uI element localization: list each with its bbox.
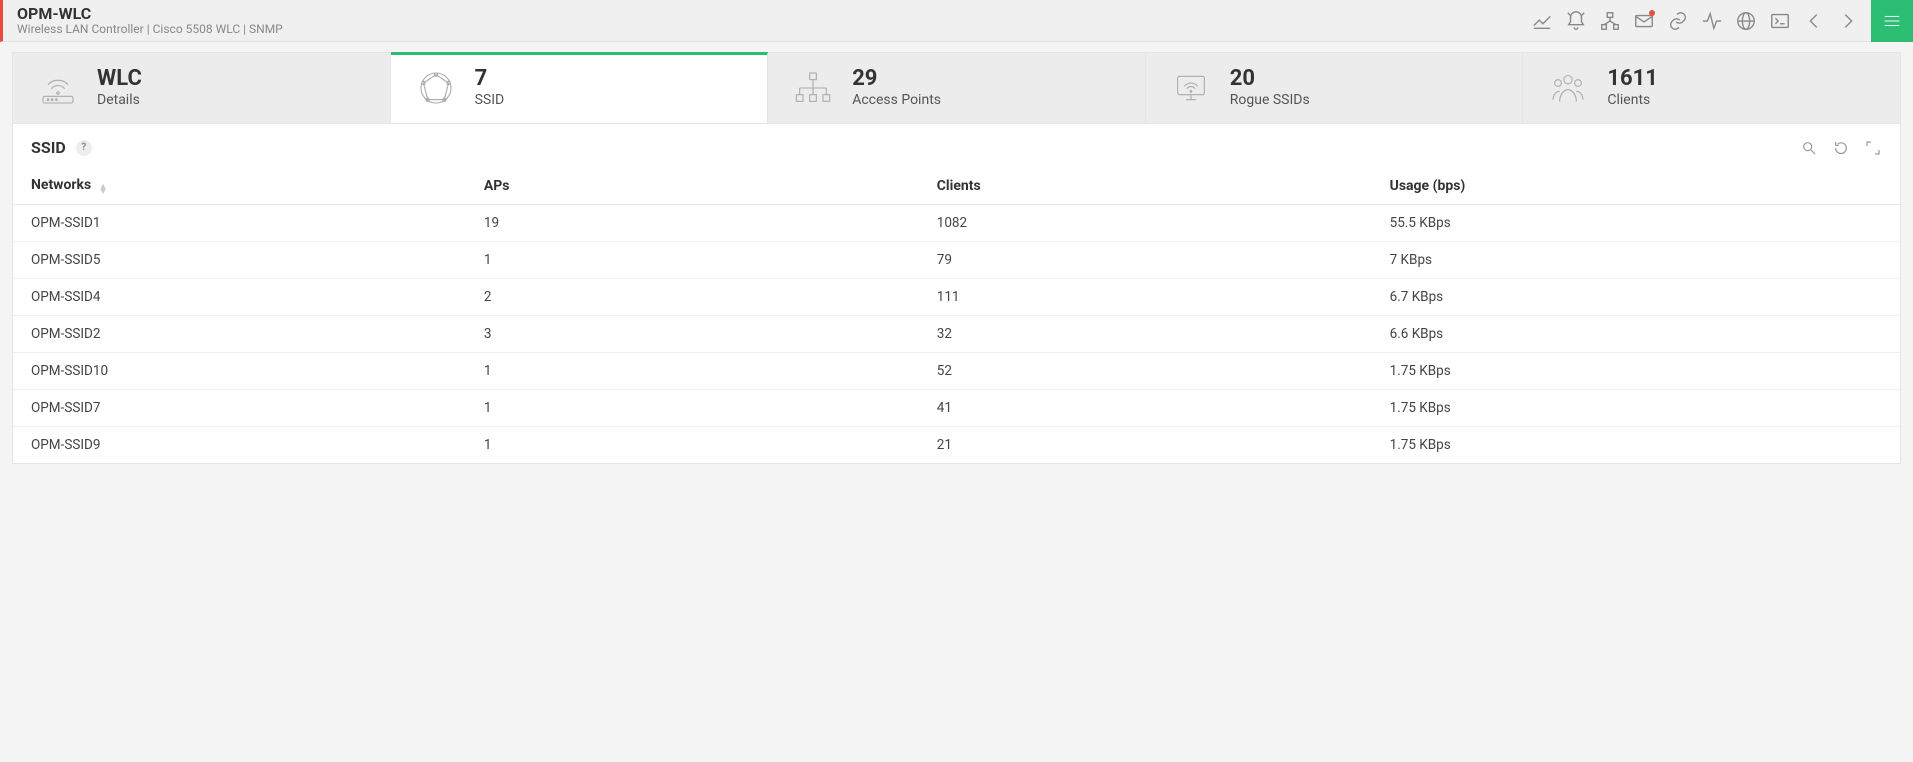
cell-aps: 3 <box>466 316 919 353</box>
chart-icon[interactable] <box>1525 0 1559 42</box>
tab-big: 20 <box>1230 68 1310 90</box>
globe-icon[interactable] <box>1729 0 1763 42</box>
cell-usage: 1.75 KBps <box>1372 353 1900 390</box>
cell-usage: 6.7 KBps <box>1372 279 1900 316</box>
header-left: OPM-WLC Wireless LAN Controller | Cisco … <box>3 3 283 39</box>
tab-big: 7 <box>475 68 505 90</box>
cell-usage: 55.5 KBps <box>1372 205 1900 242</box>
cell-aps: 1 <box>466 353 919 390</box>
cell-network: OPM-SSID5 <box>13 242 466 279</box>
tab-rogue-ssids[interactable]: 20 Rogue SSIDs <box>1146 53 1524 123</box>
table-row[interactable]: OPM-SSID421116.7 KBps <box>13 279 1900 316</box>
tab-label: Access Points <box>852 92 941 108</box>
tab-access-points[interactable]: 29 Access Points <box>768 53 1146 123</box>
cell-clients: 52 <box>919 353 1372 390</box>
panel-header: SSID ? <box>13 124 1900 167</box>
access-points-icon <box>792 67 834 109</box>
cell-clients: 32 <box>919 316 1372 353</box>
table-row[interactable]: OPM-SSID91211.75 KBps <box>13 427 1900 464</box>
cell-network: OPM-SSID2 <box>13 316 466 353</box>
cell-network: OPM-SSID9 <box>13 427 466 464</box>
menu-button[interactable] <box>1871 0 1913 42</box>
cell-network: OPM-SSID4 <box>13 279 466 316</box>
wlc-icon <box>37 67 79 109</box>
summary-tabs: WLC Details 7 SSID 29 Access Points 20 R… <box>12 52 1901 124</box>
cell-aps: 1 <box>466 242 919 279</box>
col-clients[interactable]: Clients <box>919 167 1372 205</box>
help-icon[interactable]: ? <box>76 140 92 156</box>
ssid-table: Networks ▲▼ APs Clients Usage (bps) OPM-… <box>13 167 1900 463</box>
expand-icon[interactable] <box>1864 139 1882 157</box>
sort-icon: ▲▼ <box>99 185 108 194</box>
tab-label: Rogue SSIDs <box>1230 92 1310 108</box>
cell-aps: 1 <box>466 390 919 427</box>
table-row[interactable]: OPM-SSID23326.6 KBps <box>13 316 1900 353</box>
cell-clients: 1082 <box>919 205 1372 242</box>
activity-icon[interactable] <box>1695 0 1729 42</box>
panel-title-text: SSID <box>31 138 66 157</box>
search-icon[interactable] <box>1800 139 1818 157</box>
tab-label: Details <box>97 92 142 108</box>
table-row[interactable]: OPM-SSID71411.75 KBps <box>13 390 1900 427</box>
clients-icon <box>1547 67 1589 109</box>
cell-clients: 111 <box>919 279 1372 316</box>
link-icon[interactable] <box>1661 0 1695 42</box>
cell-aps: 1 <box>466 427 919 464</box>
tab-big: 29 <box>852 68 941 90</box>
col-usage[interactable]: Usage (bps) <box>1372 167 1900 205</box>
tab-clients[interactable]: 1611 Clients <box>1523 53 1900 123</box>
cell-network: OPM-SSID1 <box>13 205 466 242</box>
tab-label: SSID <box>475 92 505 108</box>
cell-usage: 1.75 KBps <box>1372 427 1900 464</box>
next-icon[interactable] <box>1831 0 1865 42</box>
refresh-icon[interactable] <box>1832 139 1850 157</box>
device-title: OPM-WLC <box>17 5 283 23</box>
cell-clients: 79 <box>919 242 1372 279</box>
cell-usage: 1.75 KBps <box>1372 390 1900 427</box>
alarm-icon[interactable] <box>1559 0 1593 42</box>
device-subtitle: Wireless LAN Controller | Cisco 5508 WLC… <box>17 23 283 36</box>
tab-wlc-details[interactable]: WLC Details <box>13 53 391 123</box>
cell-aps: 19 <box>466 205 919 242</box>
tab-ssid[interactable]: 7 SSID <box>391 52 769 123</box>
header-toolbar <box>1525 0 1913 42</box>
rogue-icon <box>1170 67 1212 109</box>
tab-big: WLC <box>97 68 142 90</box>
terminal-icon[interactable] <box>1763 0 1797 42</box>
mail-icon[interactable] <box>1627 0 1661 42</box>
table-row[interactable]: OPM-SSID101521.75 KBps <box>13 353 1900 390</box>
ssid-icon <box>415 67 457 109</box>
col-aps[interactable]: APs <box>466 167 919 205</box>
ssid-panel: SSID ? Networks ▲▼ APs Clients <box>12 124 1901 464</box>
cell-clients: 21 <box>919 427 1372 464</box>
page-header: OPM-WLC Wireless LAN Controller | Cisco … <box>0 0 1913 42</box>
panel-actions <box>1800 139 1882 157</box>
col-networks[interactable]: Networks ▲▼ <box>13 167 466 205</box>
cell-network: OPM-SSID7 <box>13 390 466 427</box>
table-row[interactable]: OPM-SSID119108255.5 KBps <box>13 205 1900 242</box>
cell-aps: 2 <box>466 279 919 316</box>
topology-icon[interactable] <box>1593 0 1627 42</box>
tab-label: Clients <box>1607 92 1658 108</box>
prev-icon[interactable] <box>1797 0 1831 42</box>
cell-network: OPM-SSID10 <box>13 353 466 390</box>
table-row[interactable]: OPM-SSID51797 KBps <box>13 242 1900 279</box>
cell-usage: 6.6 KBps <box>1372 316 1900 353</box>
cell-usage: 7 KBps <box>1372 242 1900 279</box>
cell-clients: 41 <box>919 390 1372 427</box>
tab-big: 1611 <box>1607 68 1658 90</box>
panel-title: SSID ? <box>31 138 92 157</box>
